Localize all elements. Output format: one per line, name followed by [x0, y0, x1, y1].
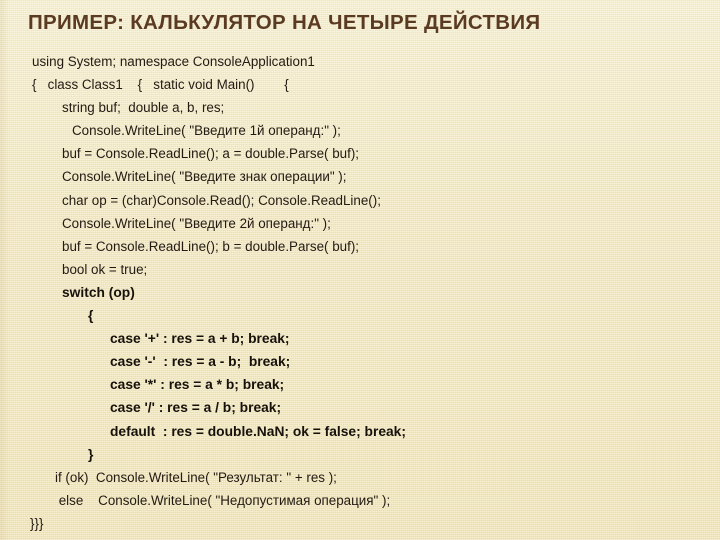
- presentation-slide: ПРИМЕР: КАЛЬКУЛЯТОР НА ЧЕТЫРЕ ДЕЙСТВИЯ u…: [0, 0, 720, 540]
- code-line: }}}: [30, 515, 44, 531]
- code-line: { class Class1 { static void Main() {: [32, 77, 289, 93]
- code-line: Console.WriteLine( "Введите 1й операнд:"…: [72, 123, 341, 139]
- code-line: case '*' : res = a * b; break;: [110, 377, 285, 393]
- code-line: switch (op): [62, 284, 135, 300]
- code-line: {: [88, 308, 94, 324]
- code-line: }: [88, 446, 94, 462]
- code-line: string buf; double a, b, res;: [62, 100, 225, 116]
- code-line: bool ok = true;: [62, 261, 148, 277]
- code-listing: using System; namespace ConsoleApplicati…: [0, 50, 720, 535]
- code-line: char op = (char)Console.Read(); Console.…: [62, 192, 381, 208]
- code-line: case '/' : res = a / b; break;: [110, 400, 282, 416]
- page-title: ПРИМЕР: КАЛЬКУЛЯТОР НА ЧЕТЫРЕ ДЕЙСТВИЯ: [28, 11, 541, 34]
- code-line: case '-' : res = a - b; break;: [110, 354, 291, 370]
- code-line: Console.WriteLine( "Введите 2й операнд:"…: [62, 215, 331, 231]
- code-line: buf = Console.ReadLine(); a = double.Par…: [62, 146, 360, 162]
- code-line: if (ok) Console.WriteLine( "Результат: "…: [55, 469, 337, 485]
- code-line: using System; namespace ConsoleApplicati…: [32, 54, 315, 69]
- code-line: else Console.WriteLine( "Недопустимая оп…: [55, 492, 391, 508]
- code-line: case '+' : res = a + b; break;: [110, 331, 290, 347]
- code-line: Console.WriteLine( "Введите знак операци…: [62, 169, 347, 185]
- code-line: buf = Console.ReadLine(); b = double.Par…: [62, 238, 360, 254]
- code-line: default : res = double.NaN; ok = false; …: [110, 423, 406, 439]
